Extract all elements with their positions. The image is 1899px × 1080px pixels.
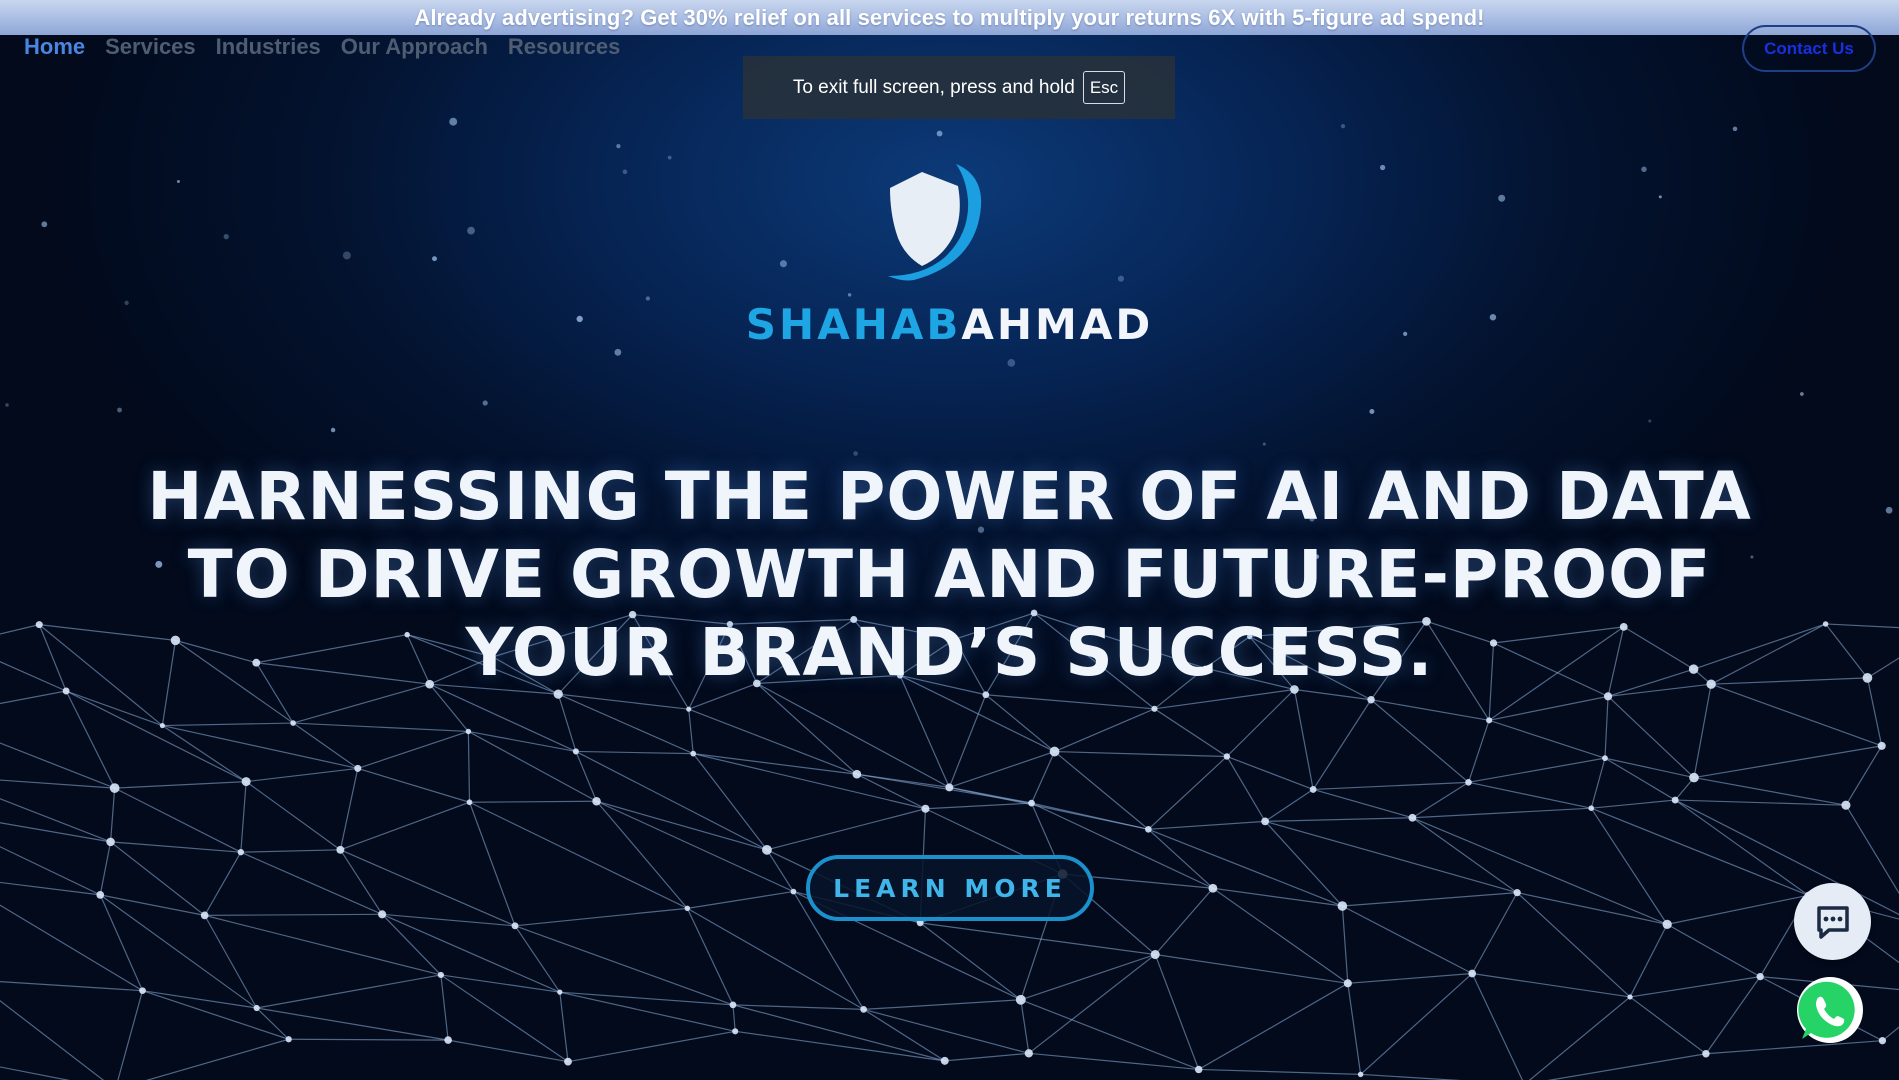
brand-wordmark[interactable]: SHAHABAHMAD [0, 300, 1899, 349]
nav-industries[interactable]: Industries [216, 34, 321, 60]
whatsapp-icon[interactable] [1794, 975, 1866, 1047]
contact-us-button[interactable]: Contact Us [1742, 25, 1876, 72]
nav-home[interactable]: Home [24, 34, 85, 60]
shield-swoosh-icon[interactable] [878, 162, 1018, 287]
hero-headline: HARNESSING THE POWER OF AI AND DATA TO D… [100, 458, 1799, 692]
promo-text: Already advertising? Get 30% relief on a… [414, 4, 1485, 30]
nav-services[interactable]: Services [105, 34, 196, 60]
fullscreen-exit-toast: To exit full screen, press and hold Esc [743, 56, 1175, 119]
learn-more-button[interactable]: LEARN MORE [806, 855, 1094, 921]
headline-line-1: HARNESSING THE POWER OF AI AND DATA [147, 458, 1752, 535]
main-nav: Home Services Industries Our Approach Re… [24, 34, 620, 60]
brand-last-name: AHMAD [961, 300, 1154, 349]
esc-key-hint: Esc [1082, 71, 1126, 104]
headline-line-3: YOUR BRAND’S SUCCESS. [465, 614, 1434, 691]
fullscreen-toast-text: To exit full screen, press and hold [792, 76, 1075, 98]
nav-our-approach[interactable]: Our Approach [341, 34, 488, 60]
headline-line-2: TO DRIVE GROWTH AND FUTURE-PROOF [187, 536, 1712, 613]
brand-first-name: SHAHAB [745, 300, 962, 349]
chat-bubble-icon [1816, 905, 1849, 939]
chat-button[interactable] [1794, 883, 1871, 960]
nav-resources[interactable]: Resources [508, 34, 621, 60]
promo-banner[interactable]: Already advertising? Get 30% relief on a… [0, 0, 1899, 35]
